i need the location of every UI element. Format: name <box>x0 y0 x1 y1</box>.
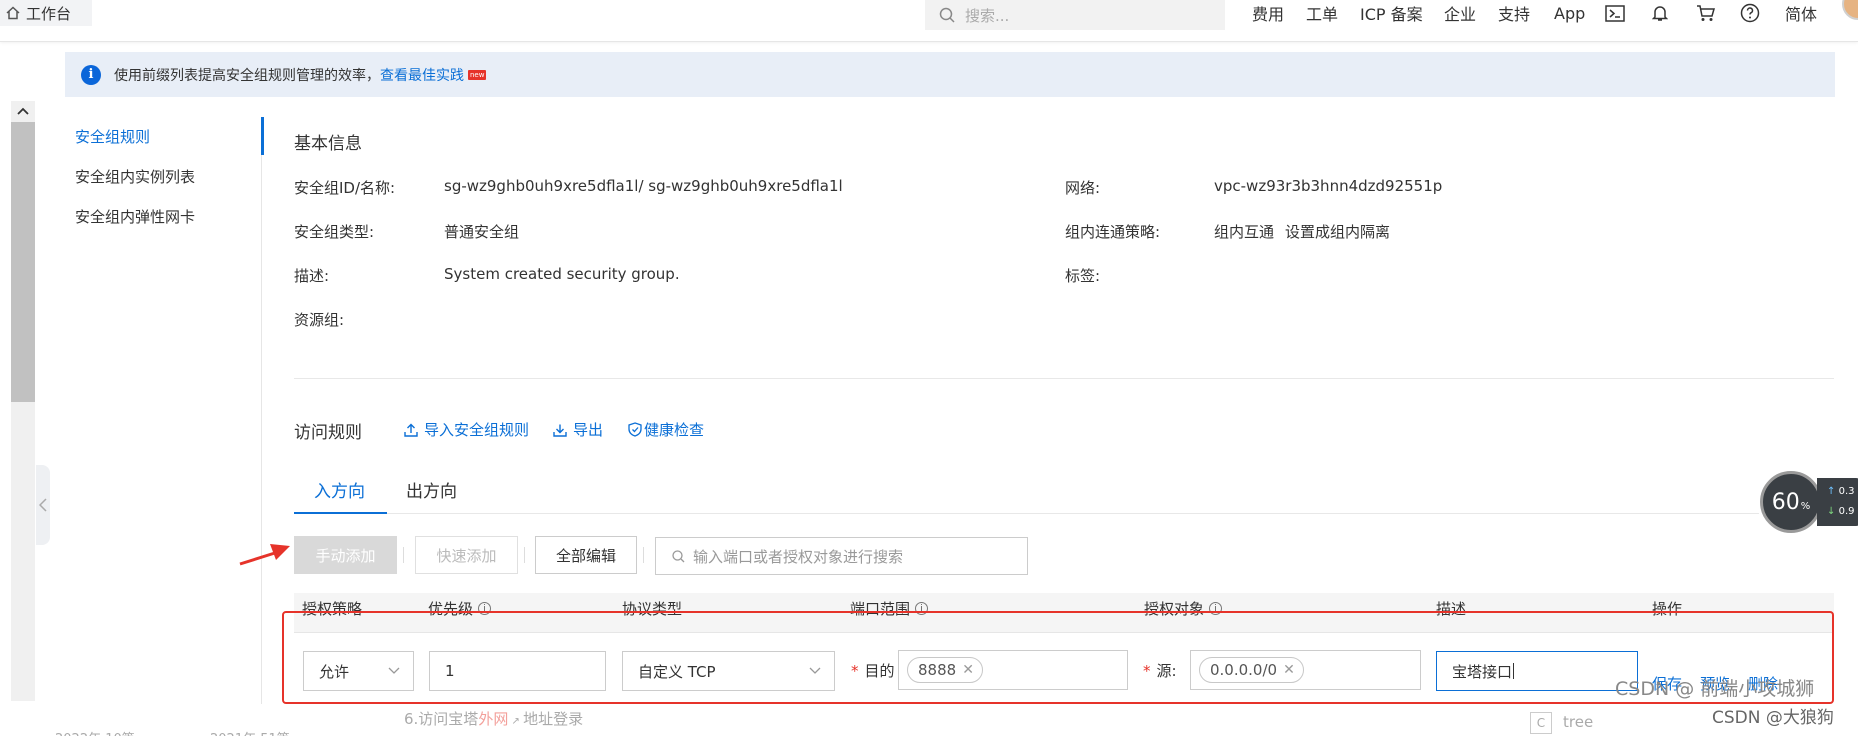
shield-check-icon <box>628 422 642 437</box>
workspace-button[interactable]: 工作台 <box>0 0 92 26</box>
highlight-box <box>282 611 1834 704</box>
tab-inbound[interactable]: 入方向 <box>314 477 365 502</box>
annotation-arrow <box>239 544 290 566</box>
network-speed-panel: ↑ 0.3 ↓ 0.9 <box>1817 478 1858 526</box>
export-label: 导出 <box>573 421 604 439</box>
sg-id-label: 安全组ID/名称: <box>294 179 396 197</box>
watermark-2: CSDN @大狼狗 <box>1712 708 1834 728</box>
gauge-unit: % <box>1800 500 1811 512</box>
top-bar: 工作台 搜索... 费用 工单 ICP 备案 企业 支持 App 简体 <box>0 0 1858 42</box>
edit-all-button[interactable]: 全部编辑 <box>535 536 637 574</box>
nav-icp[interactable]: ICP 备案 <box>1360 0 1423 26</box>
terminal-icon[interactable] <box>1605 0 1625 26</box>
network-value: vpc-wz93r3b3hnn4dzd92551p <box>1214 177 1443 195</box>
bottom-article-suffix: 地址登录 <box>523 710 584 728</box>
tab-outbound[interactable]: 出方向 <box>406 477 457 502</box>
tab-ink-bar <box>294 512 387 514</box>
resource-group-label: 资源组: <box>294 311 345 329</box>
nav-app[interactable]: App <box>1554 0 1585 26</box>
sidebar-collapse-handle[interactable] <box>36 465 50 545</box>
bottom-strip: 2022年 10篇 2021年 51篇 6.访问宝塔外网 ↗ 地址登录 C tr… <box>0 704 1858 736</box>
rules-search-placeholder: 输入端口或者授权对象进行搜索 <box>693 547 904 566</box>
basic-info-title: 基本信息 <box>294 134 362 154</box>
performance-gauge[interactable]: 60% <box>1760 471 1822 533</box>
toolbar-separator <box>643 547 644 563</box>
banner-text: 使用前缀列表提高安全组规则管理的效率， <box>114 67 380 84</box>
nav-fee[interactable]: 费用 <box>1252 0 1284 26</box>
side-nav: 安全组规则 安全组内实例列表 安全组内弹性网卡 <box>75 124 195 244</box>
sg-id-value: sg-wz9ghb0uh9xre5dfla1l/ sg-wz9ghb0uh9xr… <box>444 177 843 195</box>
active-indicator <box>261 117 264 155</box>
health-check-link[interactable]: 健康检查 <box>628 419 704 440</box>
info-icon: i <box>81 64 101 85</box>
upload-icon <box>404 423 418 437</box>
tree-icon: C <box>1530 712 1552 734</box>
avatar[interactable] <box>1842 0 1858 20</box>
bottom-article-prefix: 6.访问宝塔 <box>404 710 479 728</box>
tree-label[interactable]: tree <box>1563 713 1593 731</box>
section-divider <box>294 378 1834 379</box>
net-down: 0.9 <box>1838 506 1855 517</box>
toolbar-separator <box>524 547 525 563</box>
gauge-value: 60 <box>1771 489 1800 515</box>
sidebar-item-instances[interactable]: 安全组内实例列表 <box>75 164 195 204</box>
export-link[interactable]: 导出 <box>553 419 603 440</box>
bell-icon[interactable] <box>1652 0 1668 26</box>
cart-icon[interactable] <box>1696 0 1716 26</box>
import-label: 导入安全组规则 <box>424 421 530 439</box>
watermark-1: CSDN @ 前端小攻城狮 <box>1615 678 1815 700</box>
policy-label: 组内连通策略: <box>1065 223 1161 241</box>
health-check-label: 健康检查 <box>644 421 705 439</box>
bottom-article-highlight: 外网 <box>478 710 509 728</box>
nav-ticket[interactable]: 工单 <box>1306 0 1338 26</box>
network-label: 网络: <box>1065 179 1101 197</box>
tag-label: 标签: <box>1065 267 1101 285</box>
info-banner: i 使用前缀列表提高安全组规则管理的效率， 查看最佳实践 new <box>65 52 1835 97</box>
global-search[interactable]: 搜索... <box>925 0 1225 30</box>
policy-value: 组内互通 <box>1214 223 1275 241</box>
desc-value: System created security group. <box>444 265 680 283</box>
rules-title: 访问规则 <box>294 423 362 443</box>
toolbar-separator <box>403 547 404 563</box>
search-placeholder: 搜索... <box>965 6 1010 25</box>
search-icon <box>939 7 955 23</box>
help-icon[interactable] <box>1740 0 1760 26</box>
home-icon <box>6 6 20 20</box>
search-icon <box>672 549 685 562</box>
desc-label: 描述: <box>294 267 330 285</box>
rules-search-input[interactable]: 输入端口或者授权对象进行搜索 <box>655 537 1028 575</box>
tab-baseline <box>294 513 1834 514</box>
workspace-label: 工作台 <box>26 4 72 23</box>
chevron-left-icon <box>39 498 47 512</box>
bottom-article-line: 6.访问宝塔外网 ↗ 地址登录 <box>404 710 584 728</box>
best-practice-link[interactable]: 查看最佳实践 <box>380 65 464 85</box>
new-badge: new <box>468 69 487 80</box>
sg-type-value: 普通安全组 <box>444 223 520 241</box>
sg-type-label: 安全组类型: <box>294 223 375 241</box>
sidebar-item-eni[interactable]: 安全组内弹性网卡 <box>75 204 195 244</box>
archive-2021: 2021年 51篇 <box>210 728 290 736</box>
archive-2022: 2022年 10篇 <box>55 728 135 736</box>
sidebar-item-rules[interactable]: 安全组规则 <box>75 124 195 164</box>
scroll-up-icon[interactable] <box>11 101 35 121</box>
nav-enterprise[interactable]: 企业 <box>1444 0 1476 26</box>
manual-add-button[interactable]: 手动添加 <box>294 536 397 574</box>
isolate-link[interactable]: 设置成组内隔离 <box>1285 221 1390 242</box>
nav-support[interactable]: 支持 <box>1498 0 1530 26</box>
net-up: 0.3 <box>1838 486 1855 497</box>
scrollbar-thumb[interactable] <box>11 122 35 402</box>
language-switch[interactable]: 简体 <box>1785 0 1817 26</box>
side-divider <box>261 117 262 707</box>
quick-add-button[interactable]: 快速添加 <box>415 536 518 574</box>
download-icon <box>553 424 567 437</box>
import-rules-link[interactable]: 导入安全组规则 <box>404 419 529 440</box>
